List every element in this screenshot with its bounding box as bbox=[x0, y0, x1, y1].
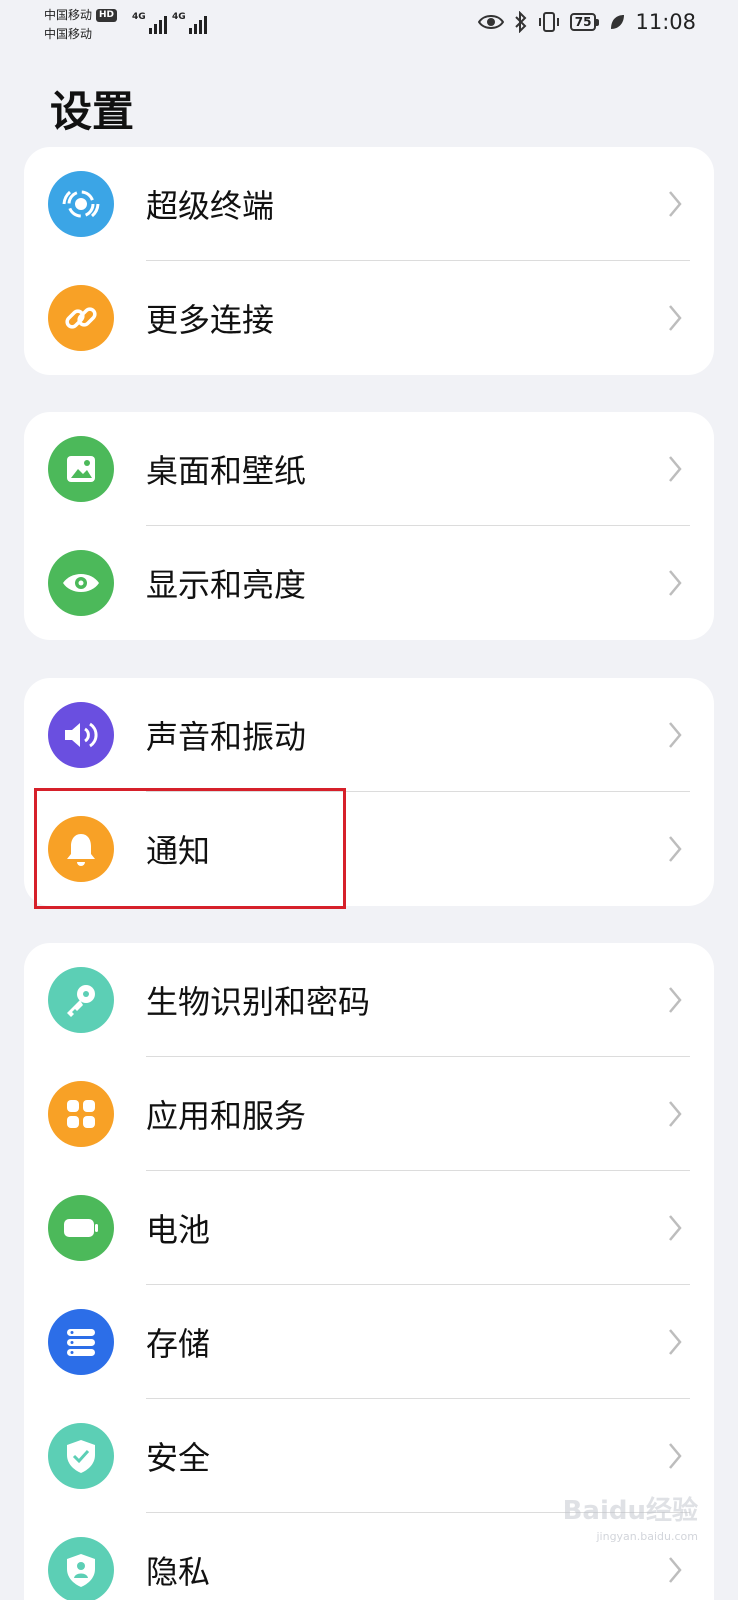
watermark: Baidu经验 bbox=[562, 1496, 698, 1526]
watermark-url: jingyan.baidu.com bbox=[596, 1530, 698, 1543]
settings-item-label: 更多连接 bbox=[146, 301, 275, 339]
chevron-right-icon bbox=[669, 456, 682, 482]
chevron-right-icon bbox=[669, 1329, 682, 1355]
settings-item-label: 隐私 bbox=[146, 1553, 211, 1591]
page-title: 设置 bbox=[50, 87, 135, 136]
chevron-right-icon bbox=[669, 836, 682, 862]
status-icons: 75 11:08 bbox=[477, 10, 696, 34]
chevron-right-icon bbox=[669, 722, 682, 748]
storage-icon bbox=[48, 1309, 114, 1375]
settings-item-label: 生物识别和密码 bbox=[146, 983, 371, 1021]
settings-group-display: 桌面和壁纸 显示和亮度 bbox=[24, 412, 714, 640]
chevron-right-icon bbox=[669, 987, 682, 1013]
settings-item-label: 电池 bbox=[146, 1211, 211, 1249]
settings-item-sound-vibration[interactable]: 声音和振动 bbox=[24, 678, 714, 792]
settings-item-label: 安全 bbox=[146, 1439, 211, 1477]
leaf-icon bbox=[611, 15, 625, 29]
chevron-right-icon bbox=[669, 1101, 682, 1127]
settings-item-apps-services[interactable]: 应用和服务 bbox=[24, 1057, 714, 1171]
settings-item-wallpaper[interactable]: 桌面和壁纸 bbox=[24, 412, 714, 526]
speaker-icon bbox=[48, 702, 114, 768]
shield-icon bbox=[48, 1423, 114, 1489]
vibrate-icon bbox=[538, 12, 559, 32]
eye-comfort-icon bbox=[477, 15, 504, 29]
battery-indicator: 75 bbox=[569, 13, 600, 31]
settings-group-connect: 超级终端 更多连接 bbox=[24, 147, 714, 375]
status-bar: 中国移动 HD 中国移动 4G 4G 75 11:08 bbox=[0, 0, 738, 52]
bell-icon bbox=[48, 816, 114, 882]
eye-icon bbox=[48, 550, 114, 616]
settings-item-label: 超级终端 bbox=[146, 187, 275, 225]
key-icon bbox=[48, 967, 114, 1033]
wallpaper-icon bbox=[48, 436, 114, 502]
settings-item-label: 应用和服务 bbox=[146, 1097, 307, 1135]
signal-2-icon: 4G bbox=[172, 12, 207, 34]
super-device-icon bbox=[48, 171, 114, 237]
clock: 11:08 bbox=[635, 10, 696, 34]
settings-item-label: 声音和振动 bbox=[146, 718, 307, 756]
settings-item-more-connections[interactable]: 更多连接 bbox=[24, 261, 714, 375]
settings-screen: 中国移动 HD 中国移动 4G 4G 75 11:08 设置 超级终端 更多连接… bbox=[0, 0, 738, 1600]
chevron-right-icon bbox=[669, 1557, 682, 1583]
settings-item-storage[interactable]: 存储 bbox=[24, 1285, 714, 1399]
settings-group-sound-notify: 声音和振动 通知 bbox=[24, 678, 714, 906]
settings-item-display-brightness[interactable]: 显示和亮度 bbox=[24, 526, 714, 640]
link-icon bbox=[48, 285, 114, 351]
settings-item-label: 存储 bbox=[146, 1325, 211, 1363]
settings-item-label: 通知 bbox=[146, 832, 211, 870]
carrier-2: 中国移动 bbox=[44, 27, 93, 41]
hd-badge: HD bbox=[96, 9, 118, 22]
chevron-right-icon bbox=[669, 191, 682, 217]
settings-item-biometrics-password[interactable]: 生物识别和密码 bbox=[24, 943, 714, 1057]
chevron-right-icon bbox=[669, 570, 682, 596]
settings-item-label: 显示和亮度 bbox=[146, 566, 307, 604]
settings-item-battery[interactable]: 电池 bbox=[24, 1171, 714, 1285]
bluetooth-icon bbox=[515, 11, 527, 33]
chevron-right-icon bbox=[669, 1215, 682, 1241]
settings-item-notifications[interactable]: 通知 bbox=[24, 792, 714, 906]
apps-icon bbox=[48, 1081, 114, 1147]
battery-icon bbox=[48, 1195, 114, 1261]
privacy-icon bbox=[48, 1537, 114, 1600]
settings-item-label: 桌面和壁纸 bbox=[146, 452, 307, 490]
carrier-1: 中国移动 bbox=[44, 8, 93, 22]
settings-item-super-device[interactable]: 超级终端 bbox=[24, 147, 714, 261]
chevron-right-icon bbox=[669, 305, 682, 331]
chevron-right-icon bbox=[669, 1443, 682, 1469]
carrier-info: 中国移动 HD 中国移动 bbox=[44, 6, 118, 44]
signal-1-icon: 4G bbox=[132, 12, 167, 34]
